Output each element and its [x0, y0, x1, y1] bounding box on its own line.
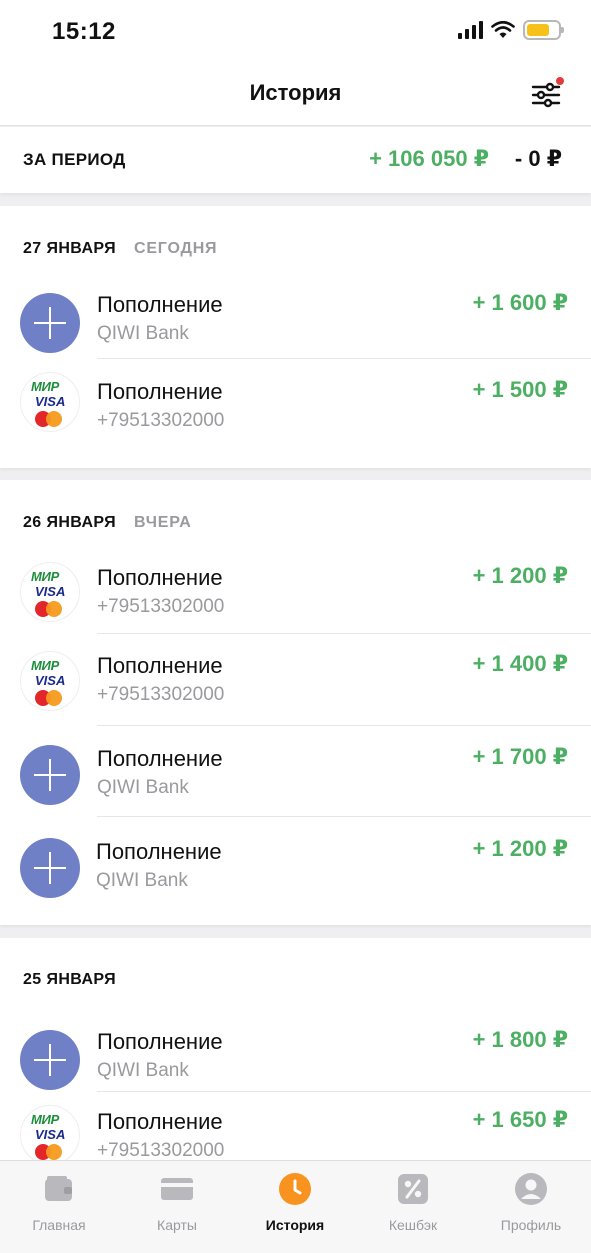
visa-logo: VISA: [35, 394, 66, 409]
history-section: 26 ЯНВАРЯ ВЧЕРА МИР VISA Пополнение +795…: [0, 480, 591, 925]
page-title: История: [249, 80, 342, 105]
section-date: 26 ЯНВАРЯ: [23, 514, 116, 531]
mastercard-logo: [35, 411, 65, 427]
tab-profile[interactable]: Профиль: [472, 1173, 590, 1233]
transaction-title: Пополнение: [97, 1109, 223, 1134]
mastercard-logo: [35, 1144, 65, 1160]
wallet-icon: [43, 1173, 75, 1205]
card-brands-icon: МИР VISA: [20, 1105, 80, 1160]
transaction-source: +79513302000: [97, 410, 225, 431]
notification-dot: [556, 77, 564, 85]
transaction-row[interactable]: МИР VISA Пополнение +79513302000 + 1 650…: [0, 1091, 591, 1160]
plus-icon: [20, 838, 80, 898]
transaction-amount: + 1 400 ₽: [472, 651, 568, 676]
history-section: 25 ЯНВАРЯ Пополнение QIWI Bank + 1 800 ₽…: [0, 938, 591, 1160]
status-icons: [458, 20, 564, 40]
transaction-row[interactable]: МИР VISA Пополнение +79513302000 + 1 400…: [0, 633, 591, 725]
section-relative-date: ВЧЕРА: [133, 514, 192, 531]
tab-cashback[interactable]: Кешбэк: [354, 1173, 472, 1233]
transaction-amount: + 1 500 ₽: [472, 377, 568, 402]
transaction-amount: + 1 200 ₽: [472, 836, 568, 861]
status-time: 15:12: [52, 18, 116, 45]
tab-home[interactable]: Главная: [0, 1173, 118, 1233]
mir-logo: МИР: [31, 1112, 59, 1127]
period-expense: - 0 ₽: [514, 146, 562, 171]
plus-icon: [20, 1030, 80, 1090]
divider: [97, 816, 591, 817]
tab-label: Кешбэк: [388, 1217, 438, 1233]
transaction-title: Пополнение: [97, 746, 223, 771]
transaction-amount: + 1 200 ₽: [472, 563, 568, 588]
transaction-row[interactable]: Пополнение QIWI Bank + 1 700 ₽: [0, 725, 591, 817]
clock-icon: [279, 1173, 311, 1205]
nav-header: История: [0, 64, 591, 126]
transaction-source: QIWI Bank: [97, 323, 189, 344]
section-date: 27 ЯНВАРЯ: [23, 240, 116, 257]
wifi-icon: [491, 21, 515, 38]
transaction-source: QIWI Bank: [96, 870, 188, 891]
visa-logo: VISA: [35, 584, 66, 599]
signal-icon: [458, 21, 483, 39]
history-section: 27 ЯНВАРЯ СЕГОДНЯ Пополнение QIWI Bank +…: [0, 206, 591, 468]
card-brands-icon: МИР VISA: [20, 651, 80, 711]
transaction-title: Пополнение: [97, 565, 223, 590]
plus-icon: [20, 293, 80, 353]
section-header: 27 ЯНВАРЯ СЕГОДНЯ: [23, 240, 217, 258]
divider: [97, 1091, 591, 1092]
transaction-amount: + 1 600 ₽: [472, 290, 568, 315]
period-income: + 106 050 ₽: [369, 146, 489, 171]
visa-logo: VISA: [35, 1127, 66, 1142]
divider: [97, 725, 591, 726]
percent-icon: [397, 1173, 429, 1205]
transaction-amount: + 1 800 ₽: [472, 1027, 568, 1052]
profile-icon: [515, 1173, 547, 1205]
divider: [97, 633, 591, 634]
tab-cards[interactable]: Карты: [118, 1173, 236, 1233]
transaction-row[interactable]: Пополнение QIWI Bank + 1 200 ₽: [0, 816, 591, 908]
tab-label: Профиль: [500, 1217, 562, 1233]
filter-button[interactable]: [529, 77, 564, 112]
transaction-source: +79513302000: [97, 684, 225, 705]
mastercard-logo: [35, 690, 65, 706]
mir-logo: МИР: [31, 379, 59, 394]
status-bar: 15:12: [0, 0, 591, 64]
card-brands-icon: МИР VISA: [20, 372, 80, 432]
transaction-amount: + 1 650 ₽: [472, 1107, 568, 1132]
tab-label: История: [265, 1217, 325, 1233]
tab-bar: Главная Карты История Кешбэк Профиль: [0, 1160, 591, 1253]
tab-label: Карты: [157, 1217, 197, 1233]
section-header: 26 ЯНВАРЯ ВЧЕРА: [23, 514, 192, 532]
visa-logo: VISA: [35, 673, 66, 688]
mastercard-logo: [35, 601, 65, 617]
transaction-title: Пополнение: [97, 1029, 223, 1054]
transaction-amount: + 1 700 ₽: [472, 744, 568, 769]
transaction-source: QIWI Bank: [97, 1060, 189, 1081]
transaction-source: +79513302000: [97, 1140, 225, 1160]
section-relative-date: СЕГОДНЯ: [133, 240, 218, 257]
mir-logo: МИР: [31, 569, 59, 584]
mir-logo: МИР: [31, 658, 59, 673]
transaction-row[interactable]: МИР VISA Пополнение +79513302000 + 1 500…: [0, 358, 591, 450]
section-header: 25 ЯНВАРЯ: [23, 971, 116, 989]
section-date: 25 ЯНВАРЯ: [23, 971, 116, 988]
transaction-source: +79513302000: [97, 596, 225, 617]
plus-icon: [20, 745, 80, 805]
transaction-title: Пополнение: [97, 379, 223, 404]
divider: [97, 358, 591, 359]
period-summary[interactable]: ЗА ПЕРИОД + 106 050 ₽ - 0 ₽: [0, 127, 591, 193]
battery-icon: [523, 20, 564, 40]
tab-history[interactable]: История: [236, 1173, 354, 1233]
transaction-title: Пополнение: [97, 653, 223, 678]
tab-label: Главная: [32, 1217, 86, 1233]
transaction-source: QIWI Bank: [97, 777, 189, 798]
card-brands-icon: МИР VISA: [20, 562, 80, 622]
transaction-title: Пополнение: [97, 292, 223, 317]
transaction-title: Пополнение: [96, 839, 222, 864]
cards-icon: [161, 1173, 193, 1205]
period-label: ЗА ПЕРИОД: [23, 150, 126, 169]
